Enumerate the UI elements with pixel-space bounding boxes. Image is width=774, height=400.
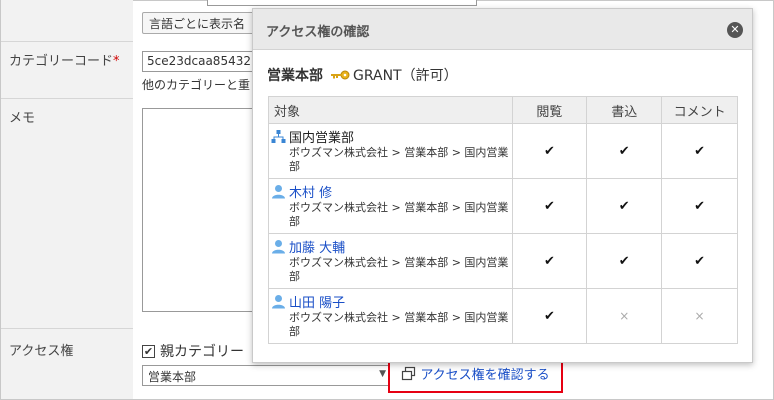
check-icon: ✔ xyxy=(694,143,706,159)
check-icon: ✔ xyxy=(618,143,630,159)
table-row: 山田 陽子 ボウズマン株式会社 > 営業本部 > 国内営業部 ✔ × × xyxy=(268,288,738,344)
check-icon: ✔ xyxy=(618,198,630,214)
category-code-label: カテゴリーコード* xyxy=(9,54,120,69)
target-path: ボウズマン株式会社 > 営業本部 > 国内営業部 xyxy=(289,311,509,338)
write-permission-cell: ✔ xyxy=(586,233,663,289)
check-icon: ✔ xyxy=(694,253,706,269)
check-icon: ✔ xyxy=(543,198,555,214)
key-icon xyxy=(331,70,350,80)
dialog-header: アクセス権の確認 ✕ xyxy=(253,9,752,50)
category-code-hint: 他のカテゴリーと重 xyxy=(142,78,251,92)
memo-textarea[interactable] xyxy=(142,108,254,312)
confirm-access-link-label: アクセス権を確認する xyxy=(420,368,550,383)
permission-table: 対象 閲覧 書込 コメント 国内営業部 ボウズマン株式会社 > 営業本部 > 国… xyxy=(268,96,738,344)
grant-summary: 営業本部 GRANT（許可） xyxy=(267,65,458,85)
view-permission-cell: ✔ xyxy=(511,123,588,179)
category-code-field[interactable]: 5ce23dcaa854321 xyxy=(142,51,262,72)
check-icon: ✔ xyxy=(618,253,630,269)
label-cell-memo: メモ xyxy=(1,99,133,329)
write-permission-cell: × xyxy=(586,288,663,344)
check-icon: ✔ xyxy=(543,253,555,269)
user-icon xyxy=(272,185,285,199)
target-user-link[interactable]: 木村 修 xyxy=(289,182,332,201)
view-permission-cell: ✔ xyxy=(511,233,588,289)
target-cell: 木村 修 ボウズマン株式会社 > 営業本部 > 国内営業部 xyxy=(268,178,513,234)
column-header-view: 閲覧 xyxy=(511,96,588,124)
comment-permission-cell: ✔ xyxy=(661,178,738,234)
inherit-parent-label: 親カテゴリー xyxy=(160,344,244,360)
subject-org: 営業本部 xyxy=(267,68,323,84)
label-cell-category-code: カテゴリーコード* xyxy=(1,42,133,99)
inherit-parent-checkbox[interactable]: ✔ 親カテゴリー xyxy=(142,341,244,361)
table-row: 加藤 大輔 ボウズマン株式会社 > 営業本部 > 国内営業部 ✔ ✔ ✔ xyxy=(268,233,738,289)
target-cell: 加藤 大輔 ボウズマン株式会社 > 営業本部 > 国内営業部 xyxy=(268,233,513,289)
view-permission-cell: ✔ xyxy=(511,288,588,344)
target-path: ボウズマン株式会社 > 営業本部 > 国内営業部 xyxy=(289,146,509,173)
column-header-target: 対象 xyxy=(268,96,513,124)
column-header-write: 書込 xyxy=(586,96,663,124)
user-icon xyxy=(272,295,285,309)
target-path: ボウズマン株式会社 > 営業本部 > 国内営業部 xyxy=(289,256,509,283)
target-path: ボウズマン株式会社 > 営業本部 > 国内営業部 xyxy=(289,201,509,228)
comment-permission-cell: ✔ xyxy=(661,233,738,289)
top-input-fragment xyxy=(207,0,477,6)
access-label: アクセス権 xyxy=(9,344,74,359)
comment-permission-cell: ✔ xyxy=(661,123,738,179)
check-icon: ✔ xyxy=(543,308,555,324)
label-cell-display-name xyxy=(1,0,133,42)
check-icon: ✔ xyxy=(694,198,706,214)
check-icon: ✔ xyxy=(543,143,555,159)
write-permission-cell: ✔ xyxy=(586,123,663,179)
cross-icon: × xyxy=(694,308,705,323)
cross-icon: × xyxy=(619,308,630,323)
target-user-link[interactable]: 加藤 大輔 xyxy=(289,237,345,256)
table-row: 木村 修 ボウズマン株式会社 > 営業本部 > 国内営業部 ✔ ✔ ✔ xyxy=(268,178,738,234)
label-cell-access: アクセス権 xyxy=(1,329,133,399)
column-header-comment: コメント xyxy=(661,96,738,124)
target-user-link[interactable]: 山田 陽子 xyxy=(289,292,345,311)
access-check-dialog: アクセス権の確認 ✕ 営業本部 GRANT（許可） 対象 閲覧 書込 コメント xyxy=(252,8,753,363)
memo-label: メモ xyxy=(9,111,36,126)
target-cell: 国内営業部 ボウズマン株式会社 > 営業本部 > 国内営業部 xyxy=(268,123,513,179)
chevron-down-icon: ▼ xyxy=(379,369,386,379)
comment-permission-cell: × xyxy=(661,288,738,344)
organization-icon xyxy=(271,130,286,143)
org-select-value: 営業本部 xyxy=(148,370,197,384)
checkbox-checked-icon[interactable]: ✔ xyxy=(142,344,155,358)
org-select[interactable]: 営業本部 ▼ xyxy=(142,365,390,386)
target-name: 国内営業部 xyxy=(289,131,355,146)
popup-window-icon xyxy=(402,366,416,381)
close-icon[interactable]: ✕ xyxy=(727,22,743,38)
user-icon xyxy=(272,240,285,254)
table-header-row: 対象 閲覧 書込 コメント xyxy=(268,96,738,124)
display-name-by-language-button[interactable]: 言語ごとに表示名 xyxy=(142,12,254,34)
target-cell: 山田 陽子 ボウズマン株式会社 > 営業本部 > 国内営業部 xyxy=(268,288,513,344)
dialog-title: アクセス権の確認 xyxy=(266,25,370,40)
table-row: 国内営業部 ボウズマン株式会社 > 営業本部 > 国内営業部 ✔ ✔ ✔ xyxy=(268,123,738,179)
grant-label: GRANT（許可） xyxy=(353,68,458,84)
view-permission-cell: ✔ xyxy=(511,178,588,234)
write-permission-cell: ✔ xyxy=(586,178,663,234)
